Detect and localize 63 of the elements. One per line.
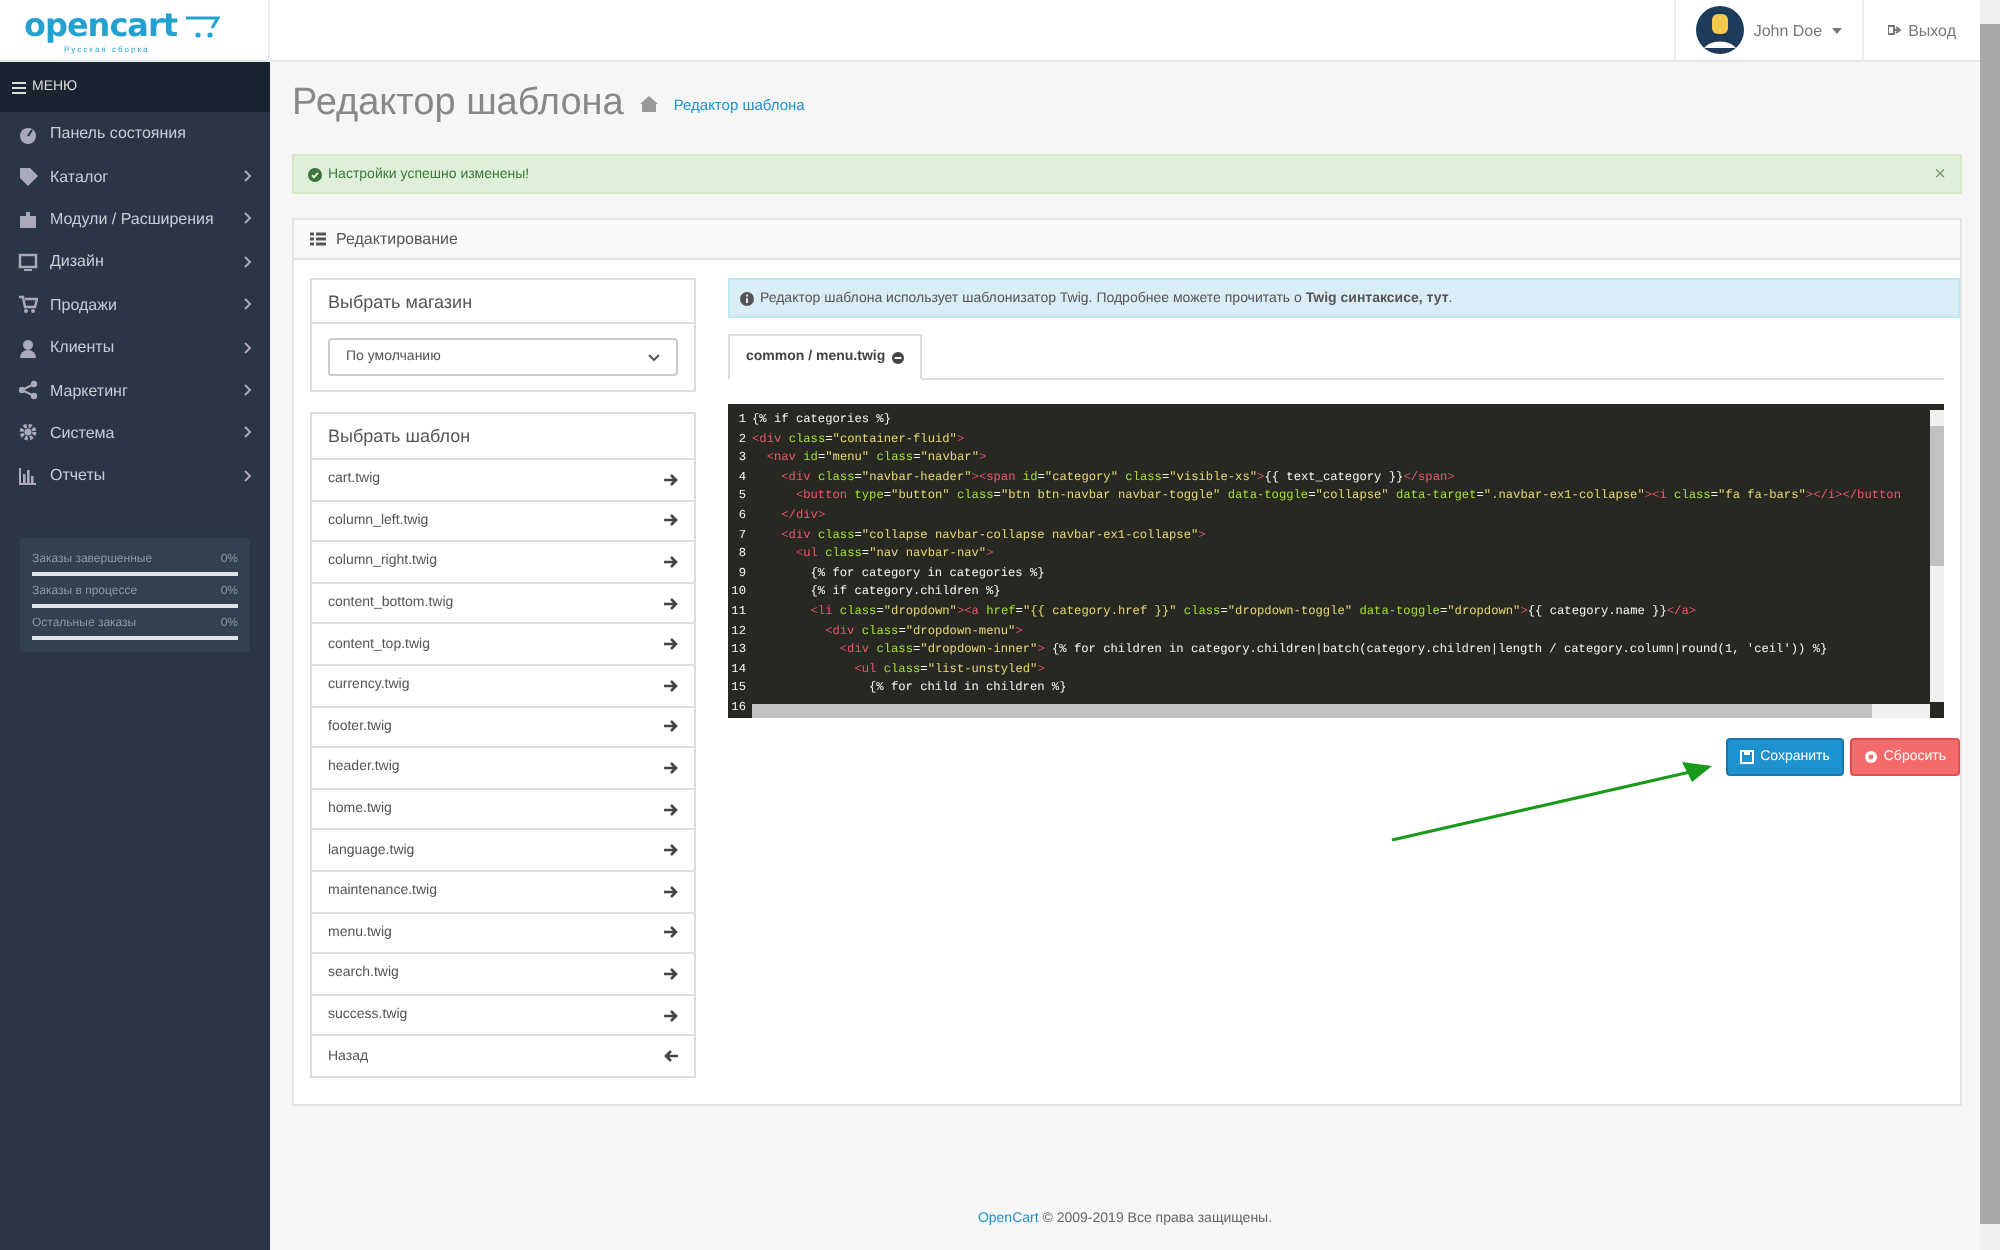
user-menu[interactable]: John Doe [1673,0,1865,61]
card-title: Выбрать магазин [312,280,694,324]
sidebar-item[interactable]: Модули / Расширения [0,197,270,241]
arrow-left-icon [664,1050,678,1063]
reset-icon [1863,750,1878,764]
arrow-right-icon [664,597,678,610]
sidebar-item[interactable]: Продажи [0,283,270,326]
info-icon [740,291,754,305]
caret-icon [1832,27,1843,33]
chevron-icon [244,384,252,397]
arrow-right-icon [664,679,678,692]
arrow-right-icon [664,638,678,651]
check-circle-icon [308,167,322,181]
home-icon[interactable] [639,96,658,112]
arrow-right-icon [664,473,678,486]
arrow-right-icon [664,885,678,898]
sign-out-icon [1888,24,1903,36]
avatar-icon [1695,6,1744,54]
sidebar-item[interactable]: Панель состояния [0,112,270,155]
code-editor[interactable] [728,404,1944,718]
user-icon [18,337,38,358]
scrollbar[interactable] [752,704,1930,718]
logout-link[interactable]: Выход [1864,21,1980,39]
chevron-icon [244,255,252,268]
panel-title: Редактирование [336,230,458,248]
arrow-right-icon [664,844,678,857]
sidebar-item[interactable]: Маркетинг [0,368,270,412]
scrollbar[interactable] [1930,410,1944,702]
chevron-icon [244,426,252,439]
tag-icon [18,166,38,187]
chevron-icon [244,469,252,482]
arrow-right-icon [664,514,678,527]
page-title: Редактор шаблона [292,82,624,126]
chevron-icon [244,170,252,183]
sidebar-item[interactable]: Дизайн [0,240,270,284]
close-icon[interactable] [891,351,904,363]
share-icon [18,380,38,401]
chevron-icon [244,298,252,311]
menu-icon [12,81,26,93]
chevron-icon [244,341,252,354]
sidebar-item[interactable]: Каталог [0,154,270,198]
arrow-right-icon [664,803,678,816]
arrow-right-icon [664,555,678,568]
arrow-right-icon [664,720,678,733]
arrow-right-icon [664,926,678,939]
monitor-icon [18,251,38,272]
sidebar-item[interactable]: Система [0,411,270,455]
puzzle-icon [18,208,38,229]
arrow-right-icon [664,967,678,980]
chevron-icon [244,212,252,225]
list-icon [310,232,326,246]
scrollbar[interactable] [1980,0,2000,1250]
cart-icon [18,294,38,315]
card-title: Выбрать шаблон [326,424,473,450]
chevron-icon [648,353,660,361]
cart-icon [183,13,220,37]
settings-icon [18,422,38,443]
arrow-right-icon [664,1009,678,1022]
dashboard-icon [18,123,38,144]
arrow-right-icon [664,761,678,774]
sidebar-item[interactable]: Клиенты [0,325,270,369]
chart-icon [18,465,38,486]
sidebar-item[interactable]: Отчеты [0,454,270,498]
